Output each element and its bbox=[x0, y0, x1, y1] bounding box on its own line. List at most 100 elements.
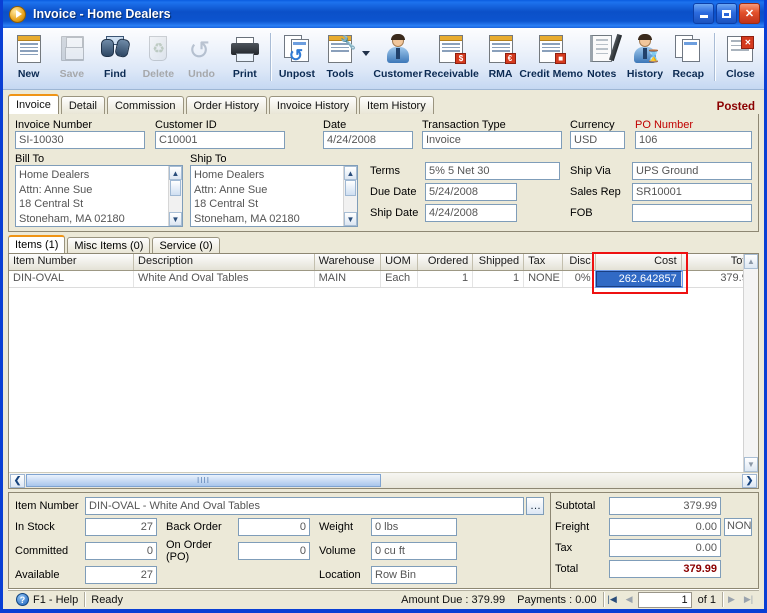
bill-to-address[interactable]: Home Dealers Attn: Anne Sue 18 Central S… bbox=[15, 165, 183, 227]
chevron-down-icon[interactable] bbox=[361, 50, 370, 56]
cell-tax[interactable]: NONE bbox=[524, 271, 564, 287]
scroll-track[interactable] bbox=[169, 196, 182, 212]
ship-via-input[interactable]: UPS Ground bbox=[632, 162, 752, 180]
help-hint[interactable]: ? F1 - Help bbox=[10, 592, 84, 608]
column-header-warehouse[interactable]: Warehouse bbox=[315, 254, 382, 270]
grid-empty-area[interactable] bbox=[9, 288, 758, 472]
toolbar-button-rma[interactable]: € RMA bbox=[479, 31, 522, 80]
toolbar-button-print[interactable]: Print bbox=[223, 31, 266, 80]
transaction-type-input[interactable]: Invoice bbox=[422, 131, 562, 149]
on-order-value[interactable]: 0 bbox=[238, 542, 310, 560]
item-lookup-button[interactable]: … bbox=[526, 497, 544, 515]
cell-uom[interactable]: Each bbox=[381, 271, 419, 287]
cell-disc[interactable]: 0% bbox=[563, 271, 596, 287]
cell-item-number[interactable]: DIN-OVAL bbox=[9, 271, 134, 287]
grid-tab-service[interactable]: Service (0) bbox=[152, 237, 220, 253]
date-input[interactable]: 4/24/2008 bbox=[323, 131, 413, 149]
invoice-number-input[interactable]: SI-10030 bbox=[15, 131, 145, 149]
scroll-thumb[interactable] bbox=[345, 180, 356, 196]
terms-input[interactable]: 5% 5 Net 30 bbox=[425, 162, 560, 180]
back-order-value[interactable]: 0 bbox=[238, 518, 310, 536]
column-header-description[interactable]: Description bbox=[134, 254, 315, 270]
scroll-down-icon[interactable]: ▼ bbox=[344, 212, 357, 226]
scroll-left-icon[interactable]: ❮ bbox=[10, 473, 25, 488]
toolbar-button-receivable[interactable]: $ Receivable bbox=[424, 31, 479, 80]
scroll-down-icon[interactable]: ▼ bbox=[744, 457, 758, 472]
tab-item-history[interactable]: Item History bbox=[359, 96, 434, 114]
currency-input[interactable]: USD bbox=[570, 131, 625, 149]
ship-to-scrollbar[interactable]: ▲ ▼ bbox=[343, 166, 357, 226]
tab-detail[interactable]: Detail bbox=[60, 96, 105, 114]
column-header-disc[interactable]: Disc bbox=[563, 254, 596, 270]
toolbar-button-find[interactable]: Find bbox=[93, 31, 136, 80]
sales-rep-input[interactable]: SR10001 bbox=[632, 183, 752, 201]
location-value[interactable]: Row Bin bbox=[371, 566, 457, 584]
cell-ordered[interactable]: 1 bbox=[418, 271, 474, 287]
available-value[interactable]: 27 bbox=[85, 566, 157, 584]
ship-date-input[interactable]: 4/24/2008 bbox=[425, 204, 517, 222]
column-header-uom[interactable]: UOM bbox=[381, 254, 419, 270]
toolbar-button-close[interactable]: ✕ Close bbox=[719, 31, 762, 80]
weight-label: Weight bbox=[319, 521, 354, 533]
h-scroll-thumb[interactable]: IIII bbox=[26, 474, 381, 487]
committed-value[interactable]: 0 bbox=[85, 542, 157, 560]
toolbar-button-recap[interactable]: Recap bbox=[667, 31, 710, 80]
grid-horizontal-scrollbar[interactable]: ❮ IIII ❯ bbox=[9, 472, 758, 488]
first-record-button[interactable]: |◀ bbox=[604, 592, 621, 607]
close-button[interactable]: ✕ bbox=[739, 3, 760, 24]
tab-commission[interactable]: Commission bbox=[106, 96, 184, 114]
scroll-thumb[interactable] bbox=[170, 180, 181, 196]
toolbar-button-unpost[interactable]: ↺ Unpost bbox=[275, 31, 318, 80]
toolbar-button-delete[interactable]: Delete bbox=[137, 31, 180, 80]
previous-record-button[interactable]: ◀ bbox=[621, 592, 638, 607]
toolbar-button-customer[interactable]: Customer bbox=[372, 31, 424, 80]
toolbar-button-new[interactable]: New bbox=[7, 31, 50, 80]
column-header-item-number[interactable]: Item Number bbox=[9, 254, 135, 270]
scroll-up-icon[interactable]: ▲ bbox=[344, 166, 357, 180]
toolbar-button-tools[interactable]: 🔧 Tools bbox=[319, 31, 362, 80]
tab-order-history[interactable]: Order History bbox=[185, 96, 267, 114]
toolbar-button-save[interactable]: Save bbox=[50, 31, 93, 80]
scroll-up-icon[interactable]: ▲ bbox=[169, 166, 182, 180]
last-record-button[interactable]: ▶| bbox=[740, 592, 757, 607]
weight-value[interactable]: 0 lbs bbox=[371, 518, 457, 536]
grid-tab-misc-items[interactable]: Misc Items (0) bbox=[67, 237, 151, 253]
table-row[interactable]: DIN-OVAL White And Oval Tables MAIN Each… bbox=[9, 270, 758, 288]
in-stock-value[interactable]: 27 bbox=[85, 518, 157, 536]
fob-input[interactable] bbox=[632, 204, 752, 222]
grid-vertical-scrollbar[interactable]: ▲ ▼ bbox=[743, 254, 758, 472]
po-number-input[interactable]: 106 bbox=[635, 131, 752, 149]
toolbar-button-undo[interactable]: ↺ Undo bbox=[180, 31, 223, 80]
column-header-shipped[interactable]: Shipped bbox=[473, 254, 525, 270]
record-number-input[interactable]: 1 bbox=[637, 591, 692, 608]
cell-shipped[interactable]: 1 bbox=[473, 271, 525, 287]
customer-id-input[interactable]: C10001 bbox=[155, 131, 285, 149]
tab-invoice-history[interactable]: Invoice History bbox=[268, 96, 358, 114]
grid-tab-items[interactable]: Items (1) bbox=[8, 235, 66, 253]
committed-label: Committed bbox=[15, 545, 69, 557]
toolbar-button-credit-memo[interactable]: ■ Credit Memo bbox=[519, 31, 583, 80]
freight-value[interactable]: 0.00 bbox=[609, 518, 721, 536]
minimize-button[interactable] bbox=[693, 3, 714, 24]
ship-to-address[interactable]: Home Dealers Attn: Anne Sue 18 Central S… bbox=[190, 165, 358, 227]
toolbar-button-notes[interactable]: Notes bbox=[580, 31, 623, 80]
column-header-tax[interactable]: Tax bbox=[524, 254, 564, 270]
toolbar-button-history[interactable]: ⌛ History bbox=[623, 31, 666, 80]
volume-value[interactable]: 0 cu ft bbox=[371, 542, 457, 560]
cell-cost[interactable]: 262.642857 bbox=[594, 270, 683, 288]
cell-warehouse[interactable]: MAIN bbox=[315, 271, 382, 287]
scroll-right-icon[interactable]: ❯ bbox=[742, 473, 757, 488]
scroll-down-icon[interactable]: ▼ bbox=[169, 212, 182, 226]
column-header-ordered[interactable]: Ordered bbox=[418, 254, 474, 270]
scroll-track[interactable] bbox=[344, 196, 357, 212]
bill-to-scrollbar[interactable]: ▲ ▼ bbox=[168, 166, 182, 226]
item-number-detail-input[interactable]: DIN-OVAL - White And Oval Tables bbox=[85, 497, 524, 515]
next-record-button[interactable]: ▶ bbox=[723, 592, 740, 607]
due-date-input[interactable]: 5/24/2008 bbox=[425, 183, 517, 201]
cell-description[interactable]: White And Oval Tables bbox=[134, 271, 315, 287]
tab-invoice[interactable]: Invoice bbox=[8, 94, 59, 114]
maximize-button[interactable] bbox=[716, 3, 737, 24]
column-header-cost[interactable]: Cost bbox=[596, 254, 682, 270]
freight-tax-code[interactable]: NON bbox=[724, 518, 752, 536]
scroll-up-icon[interactable]: ▲ bbox=[744, 254, 758, 269]
